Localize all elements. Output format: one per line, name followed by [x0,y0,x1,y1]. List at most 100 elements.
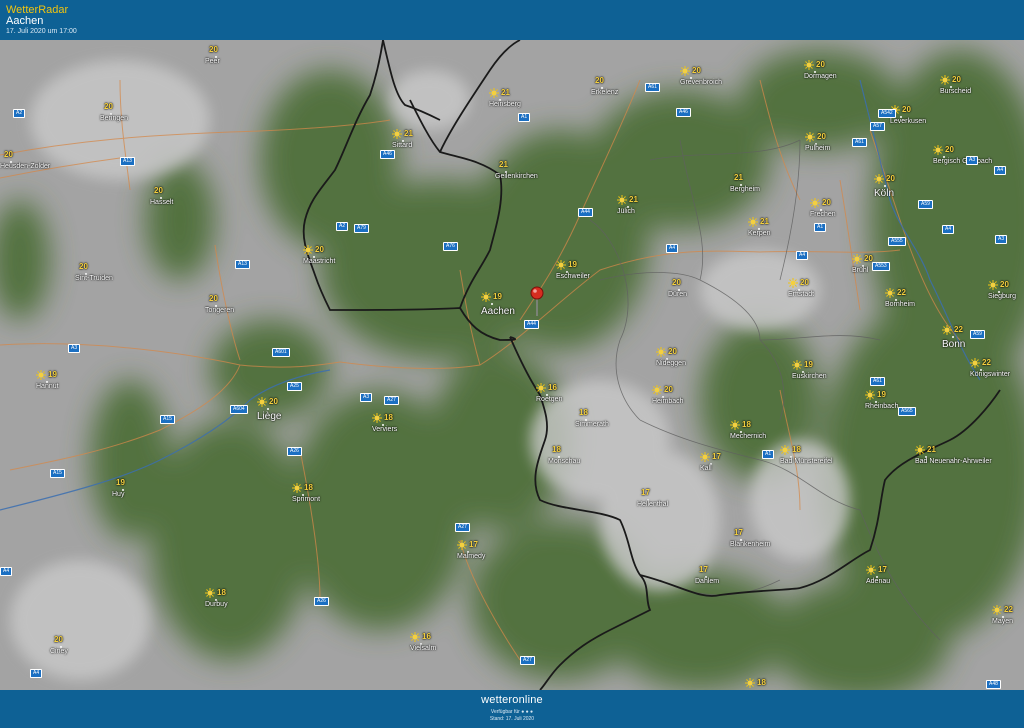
highway-shield: A4 [666,244,679,253]
highway-shield: A44 [524,320,539,329]
city-name: Monschau [548,458,581,465]
temperature-label: 20 [886,174,895,183]
temperature-label: 20 [672,278,681,287]
sun-icon [481,292,491,302]
city-name: Simmerath [575,421,609,428]
city-name: Jülich [617,208,635,215]
temperature-label: 21 [404,129,413,138]
temperature-label: 20 [664,385,673,394]
windows-icon[interactable]: ● [530,709,533,715]
temperature-label: 20 [104,102,113,111]
temperature-label: 16 [422,632,431,641]
temperature-label: 20 [692,66,701,75]
highway-shield: A1 [814,223,827,232]
app-footer: wetteronline Verfügbar für ● ● ● Stand: … [0,690,1024,728]
sun-icon [36,370,46,380]
city-name: Tongeren [205,307,235,314]
highway-shield: A4 [0,567,13,576]
wetteronline-logo[interactable]: wetteronline [0,694,1024,706]
android-icon[interactable]: ● [526,709,529,715]
sun-icon [874,174,884,184]
temperature-label: 22 [982,358,991,367]
temperature-label: 17 [641,488,650,497]
temperature-label: 20 [800,278,809,287]
location-title[interactable]: Aachen [6,15,43,27]
sun-icon [303,245,313,255]
highway-shield: A48 [986,680,1001,689]
highway-shield: A27 [520,656,535,665]
temperature-label: 20 [822,198,831,207]
highway-shield: A555 [888,237,906,246]
apple-icon[interactable]: ● [521,709,524,715]
city-name: Heimbach [652,398,684,405]
highway-shield: A46 [676,108,691,117]
city-name: Euskirchen [792,373,827,380]
city-name: Beringen [100,115,129,122]
city-name: Frechen [810,211,836,218]
highway-shield: A1 [518,113,531,122]
city-name: Huy [112,491,125,498]
highway-shield: A26 [287,447,302,456]
temperature-label: 20 [1000,280,1009,289]
temperature-label: 20 [79,262,88,271]
sun-icon [292,483,302,493]
highway-shield: A61 [645,83,660,92]
sun-icon [372,413,382,423]
temperature-label: 19 [568,260,577,269]
city-dot [267,408,269,410]
temperature-label: 19 [116,478,125,487]
temperature-label: 17 [699,565,708,574]
sun-icon [915,445,925,455]
radar-timestamp: 17. Juli 2020 um 17:00 [6,28,77,35]
sun-icon [700,452,710,462]
city-name: Liège [257,411,282,422]
temperature-label: 21 [734,173,743,182]
city-name: Rheinbach [865,403,899,410]
city-name: Erftstadt [788,291,815,298]
sun-icon [792,360,802,370]
city-name: Bad Münstereifel [780,458,833,465]
sun-icon [556,260,566,270]
city-dot [491,303,493,305]
highway-shield: A15 [160,415,175,424]
temperature-label: 19 [493,292,502,301]
temperature-label: 18 [217,588,226,597]
highway-shield: A79 [354,224,369,233]
highway-shield: A604 [230,405,248,414]
temperature-label: 20 [4,150,13,159]
map-background [0,40,1024,690]
highway-shield: A57 [870,122,885,131]
highway-shield: A76 [443,242,458,251]
temperature-label: 18 [304,483,313,492]
sun-icon [942,325,952,335]
sun-icon [933,145,943,155]
highway-shield: A542 [878,109,896,118]
highway-shield: A2 [13,109,26,118]
highway-shield: A1 [762,450,775,459]
city-name: Köln [874,188,895,199]
temperature-label: 22 [897,288,906,297]
temperature-label: 21 [629,195,638,204]
highway-shield: A3 [995,235,1008,244]
highway-shield: A44 [578,208,593,217]
city-name: Hellenthal [637,501,669,508]
city-name: Leverkusen [890,118,927,125]
temperature-label: 19 [804,360,813,369]
sun-icon [257,397,267,407]
temperature-label: 17 [469,540,478,549]
sun-icon [652,385,662,395]
city-name: Grevenbroich [680,79,723,86]
sun-icon [804,60,814,70]
sun-icon [730,420,740,430]
sun-icon [988,280,998,290]
temperature-label: 21 [499,160,508,169]
radar-map[interactable]: 20 Peer 20 Beringen 20 Heusden-Zolder 20 Hassel… [0,40,1024,690]
city-name: Bergheim [730,186,760,193]
temperature-label: 20 [945,145,954,154]
city-name: Sprimont [292,496,321,503]
sun-icon [970,358,980,368]
city-name: Maastricht [303,258,336,265]
temperature-label: 18 [757,678,766,687]
city-name: Vielsalm [410,645,437,652]
city-name: Sint-Truiden [75,275,113,282]
